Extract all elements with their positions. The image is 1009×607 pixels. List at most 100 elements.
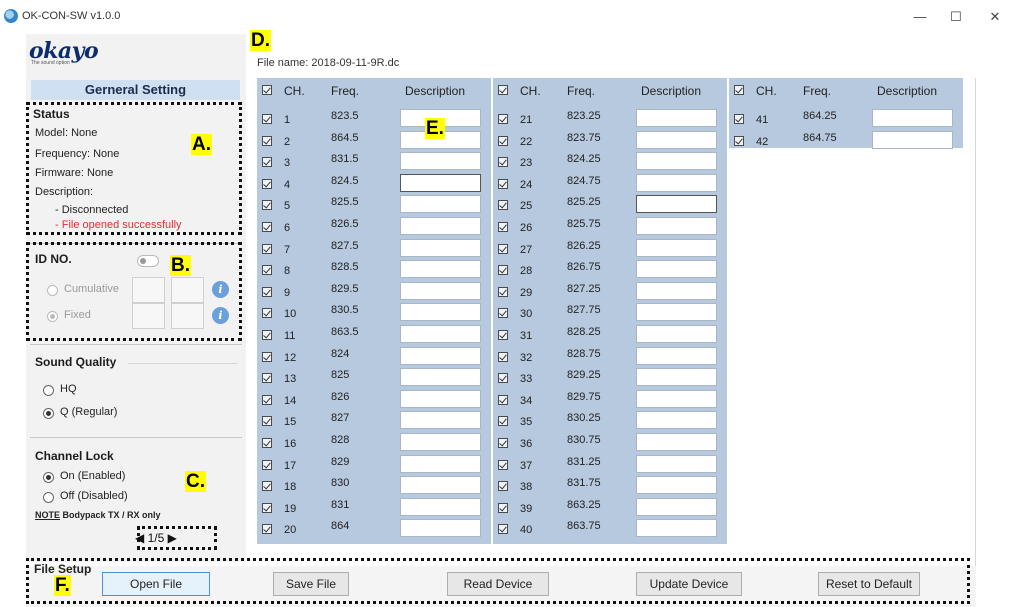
channel-checkbox[interactable] [262, 243, 272, 254]
description-field[interactable] [400, 476, 481, 495]
channel-checkbox[interactable] [498, 459, 508, 470]
channel-checkbox[interactable] [498, 286, 508, 297]
channel-checkbox[interactable] [262, 524, 272, 535]
description-field[interactable] [400, 195, 481, 214]
description-field[interactable] [636, 411, 717, 430]
q-regular-radio[interactable] [43, 408, 54, 419]
description-field[interactable] [636, 346, 717, 365]
channel-checkbox[interactable] [262, 416, 272, 427]
scrollbar-track[interactable] [975, 78, 976, 567]
description-field[interactable] [636, 454, 717, 473]
channel-checkbox[interactable] [498, 200, 508, 211]
description-field[interactable] [400, 217, 481, 235]
title-bar: OK-CON-SW v1.0.0 — ☐ ✕ [0, 0, 1009, 34]
channel-checkbox[interactable] [262, 265, 272, 276]
channel-checkbox[interactable] [262, 502, 272, 513]
channel-checkbox[interactable] [498, 351, 508, 362]
channel-checkbox[interactable] [498, 157, 508, 168]
channel-checkbox[interactable] [498, 265, 508, 276]
channel-checkbox[interactable] [498, 243, 508, 254]
channel-checkbox[interactable] [498, 502, 508, 513]
description-field[interactable] [400, 433, 481, 451]
channel-checkbox[interactable] [498, 373, 508, 384]
description-field[interactable] [636, 109, 717, 127]
channel-checkbox[interactable] [262, 200, 272, 211]
channel-checkbox[interactable] [498, 135, 508, 146]
channel-checkbox[interactable] [262, 157, 272, 168]
description-field[interactable] [872, 109, 953, 127]
channel-checkbox[interactable] [498, 438, 508, 448]
annotation-box-f [26, 558, 970, 604]
channel-checkbox[interactable] [262, 286, 272, 297]
description-field[interactable] [400, 389, 481, 408]
channel-checkbox[interactable] [498, 308, 508, 319]
description-field[interactable] [636, 303, 717, 322]
description-field[interactable] [400, 303, 481, 322]
channel-checkbox[interactable] [498, 524, 508, 535]
channel-checkbox[interactable] [262, 330, 272, 340]
channel-checkbox[interactable] [498, 178, 508, 189]
channel-checkbox[interactable] [498, 394, 508, 405]
description-field[interactable] [400, 497, 481, 516]
description-field[interactable] [636, 497, 717, 516]
description-field[interactable] [400, 281, 481, 300]
channel-checkbox[interactable] [262, 351, 272, 362]
channel-frequency: 831.25 [567, 455, 601, 468]
description-field[interactable] [400, 346, 481, 365]
channel-checkbox[interactable] [262, 481, 272, 492]
hq-radio[interactable] [43, 385, 54, 396]
description-field[interactable] [400, 411, 481, 430]
channel-lock-on-radio[interactable] [43, 472, 54, 483]
description-field[interactable] [636, 281, 717, 300]
channel-checkbox[interactable] [262, 394, 272, 405]
channel-number: 35 [520, 416, 533, 429]
channel-lock-off-radio[interactable] [43, 492, 54, 503]
description-field[interactable] [636, 217, 717, 235]
channel-checkbox[interactable] [262, 178, 272, 189]
channel-checkbox[interactable] [262, 438, 272, 448]
channel-frequency: 831.5 [331, 153, 359, 166]
description-field[interactable] [400, 173, 481, 192]
channel-checkbox[interactable] [262, 308, 272, 319]
channel-checkbox[interactable] [498, 114, 508, 124]
channel-checkbox[interactable] [262, 114, 272, 124]
description-field[interactable] [400, 260, 481, 279]
channel-checkbox[interactable] [498, 330, 508, 340]
description-field[interactable] [872, 130, 953, 149]
channel-checkbox[interactable] [262, 373, 272, 384]
select-all-checkbox[interactable] [262, 85, 272, 95]
channel-number: 37 [520, 459, 533, 472]
description-field[interactable] [636, 238, 717, 257]
channel-checkbox[interactable] [262, 135, 272, 146]
description-field[interactable] [636, 519, 717, 538]
description-field[interactable] [636, 433, 717, 451]
channel-checkbox[interactable] [262, 222, 272, 232]
description-field[interactable] [636, 368, 717, 387]
description-field[interactable] [636, 130, 717, 149]
description-field[interactable] [400, 454, 481, 473]
description-field[interactable] [636, 152, 717, 171]
description-field[interactable] [636, 173, 717, 192]
description-field[interactable] [400, 519, 481, 538]
description-field[interactable] [400, 238, 481, 257]
description-field[interactable] [636, 260, 717, 279]
description-field[interactable] [636, 325, 717, 343]
maximize-button[interactable]: ☐ [946, 10, 966, 24]
description-field[interactable] [400, 325, 481, 343]
description-field[interactable] [400, 152, 481, 171]
channel-checkbox[interactable] [498, 481, 508, 492]
channel-checkbox[interactable] [498, 222, 508, 232]
description-field[interactable] [636, 195, 717, 214]
channel-frequency: 823.25 [567, 110, 601, 122]
channel-checkbox[interactable] [498, 416, 508, 427]
select-all-checkbox[interactable] [498, 85, 508, 95]
channel-checkbox[interactable] [734, 114, 744, 124]
description-field[interactable] [400, 368, 481, 387]
close-button[interactable]: ✕ [985, 10, 1005, 24]
select-all-checkbox[interactable] [734, 85, 744, 95]
channel-checkbox[interactable] [734, 135, 744, 146]
channel-checkbox[interactable] [262, 459, 272, 470]
description-field[interactable] [636, 389, 717, 408]
minimize-button[interactable]: — [910, 10, 930, 24]
description-field[interactable] [636, 476, 717, 495]
